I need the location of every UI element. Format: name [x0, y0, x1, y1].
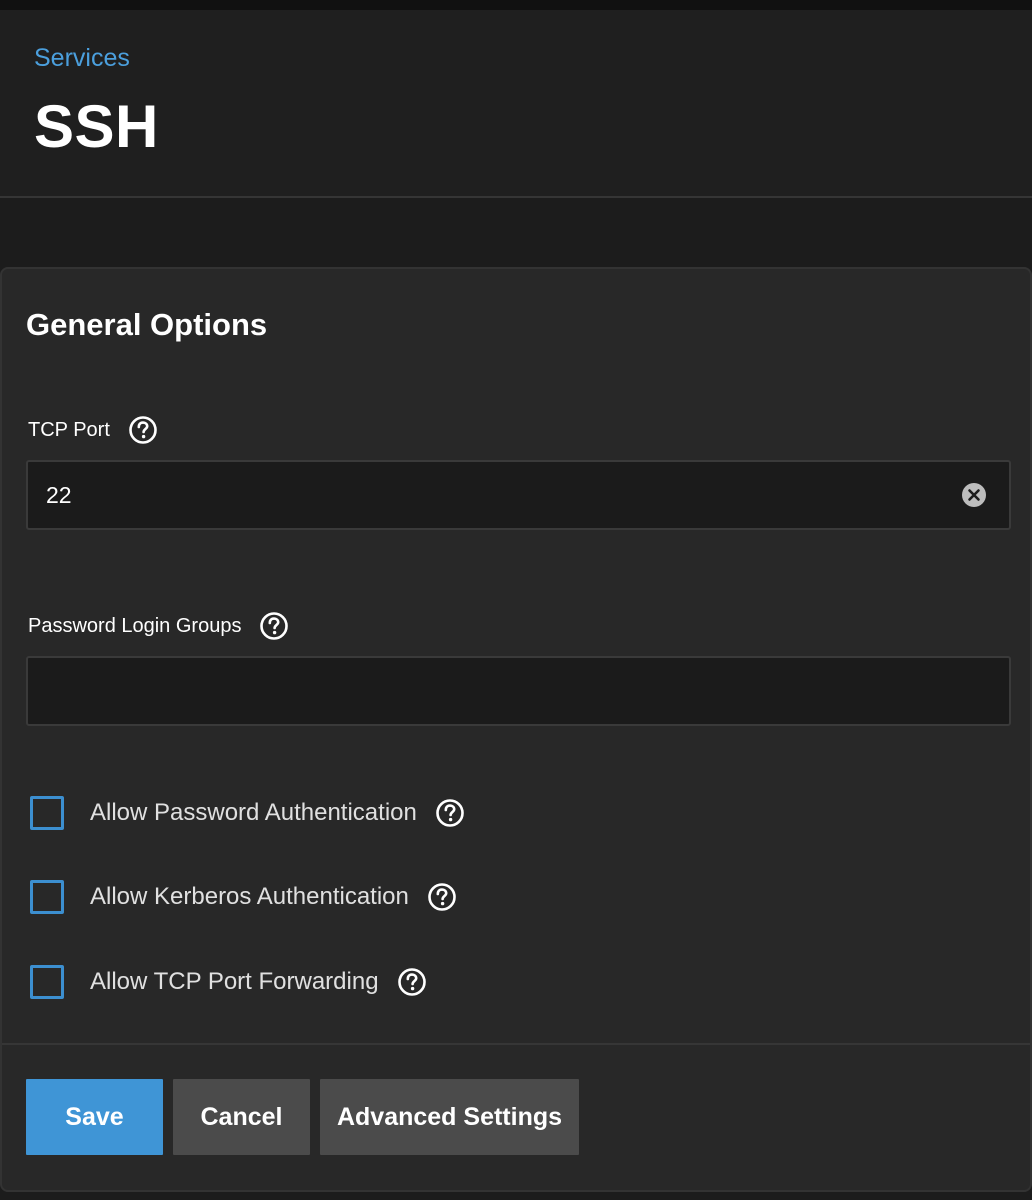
help-icon[interactable] [435, 798, 465, 828]
help-icon[interactable] [397, 967, 427, 997]
help-icon[interactable] [259, 611, 289, 641]
allow-tcp-forwarding-label[interactable]: Allow TCP Port Forwarding [90, 968, 379, 996]
help-icon[interactable] [128, 415, 158, 445]
breadcrumb-services[interactable]: Services [34, 44, 130, 73]
allow-tcp-forwarding-checkbox[interactable] [30, 965, 64, 999]
tcp-port-label-row: TCP Port [28, 415, 158, 445]
page-header: Services SSH [0, 10, 1032, 198]
top-strip [0, 0, 1032, 10]
allow-kerberos-auth-label[interactable]: Allow Kerberos Authentication [90, 883, 409, 911]
allow-password-auth-label[interactable]: Allow Password Authentication [90, 799, 417, 827]
password-login-groups-label-row: Password Login Groups [28, 611, 289, 641]
allow-password-auth-checkbox[interactable] [30, 796, 64, 830]
allow-kerberos-auth-row[interactable]: Allow Kerberos Authentication [30, 880, 457, 914]
allow-password-auth-row[interactable]: Allow Password Authentication [30, 796, 465, 830]
allow-kerberos-auth-checkbox[interactable] [30, 880, 64, 914]
tcp-port-field[interactable] [26, 460, 1011, 530]
tcp-port-input[interactable] [46, 462, 946, 528]
save-button[interactable]: Save [26, 1079, 163, 1155]
section-title: General Options [26, 307, 268, 342]
clear-icon[interactable] [961, 482, 987, 508]
general-options-card: General Options TCP Port Password Login … [0, 267, 1032, 1192]
password-login-groups-input[interactable] [46, 658, 946, 724]
advanced-settings-button[interactable]: Advanced Settings [320, 1079, 579, 1155]
cancel-button[interactable]: Cancel [173, 1079, 310, 1155]
actions-divider [2, 1043, 1030, 1045]
page-title: SSH [34, 93, 159, 160]
allow-tcp-forwarding-row[interactable]: Allow TCP Port Forwarding [30, 965, 427, 999]
help-icon[interactable] [427, 882, 457, 912]
password-login-groups-label: Password Login Groups [28, 614, 242, 637]
password-login-groups-field[interactable] [26, 656, 1011, 726]
tcp-port-label: TCP Port [28, 418, 110, 441]
